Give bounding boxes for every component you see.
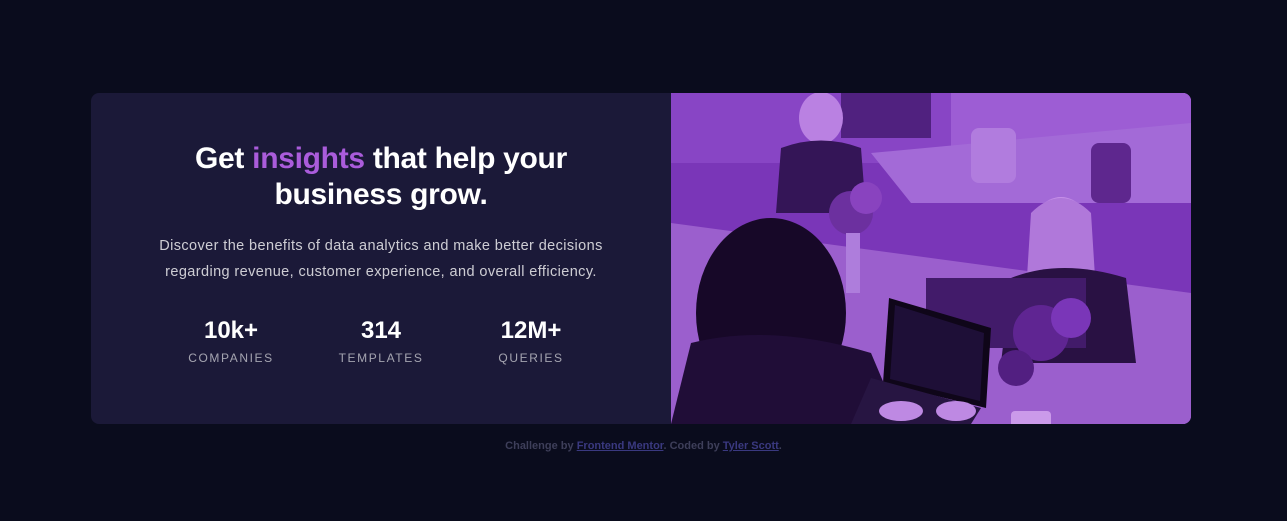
- stats-preview-card: Get insights that help your business gro…: [91, 93, 1191, 424]
- attribution-middle: . Coded by: [663, 440, 723, 452]
- image-tint-overlay: [671, 93, 1191, 424]
- frontend-mentor-link[interactable]: Frontend Mentor: [577, 440, 664, 452]
- stat-queries: 12M+ QUERIES: [456, 317, 606, 365]
- stat-companies: 10k+ COMPANIES: [156, 317, 306, 365]
- card-content: Get insights that help your business gro…: [91, 93, 671, 424]
- stat-value: 314: [360, 317, 402, 344]
- attribution-prefix: Challenge by: [505, 440, 577, 452]
- attribution: Challenge by Frontend Mentor. Coded by T…: [0, 440, 1287, 452]
- stats-row: 10k+ COMPANIES 314 TEMPLATES 12M+ QUERIE…: [156, 317, 606, 365]
- author-link[interactable]: Tyler Scott: [723, 440, 779, 452]
- stat-value: 10k+: [203, 317, 259, 344]
- title-accent: insights: [252, 142, 365, 175]
- stat-label: QUERIES: [498, 351, 564, 365]
- page-title: Get insights that help your business gro…: [161, 141, 601, 213]
- office-photo: [671, 93, 1191, 424]
- title-text-1: Get: [195, 142, 253, 175]
- attribution-suffix: .: [778, 440, 782, 452]
- description: Discover the benefits of data analytics …: [159, 238, 603, 280]
- stat-value: 12M+: [500, 317, 562, 344]
- stat-label: TEMPLATES: [338, 351, 424, 365]
- stat-templates: 314 TEMPLATES: [306, 317, 456, 365]
- stat-label: COMPANIES: [188, 351, 274, 365]
